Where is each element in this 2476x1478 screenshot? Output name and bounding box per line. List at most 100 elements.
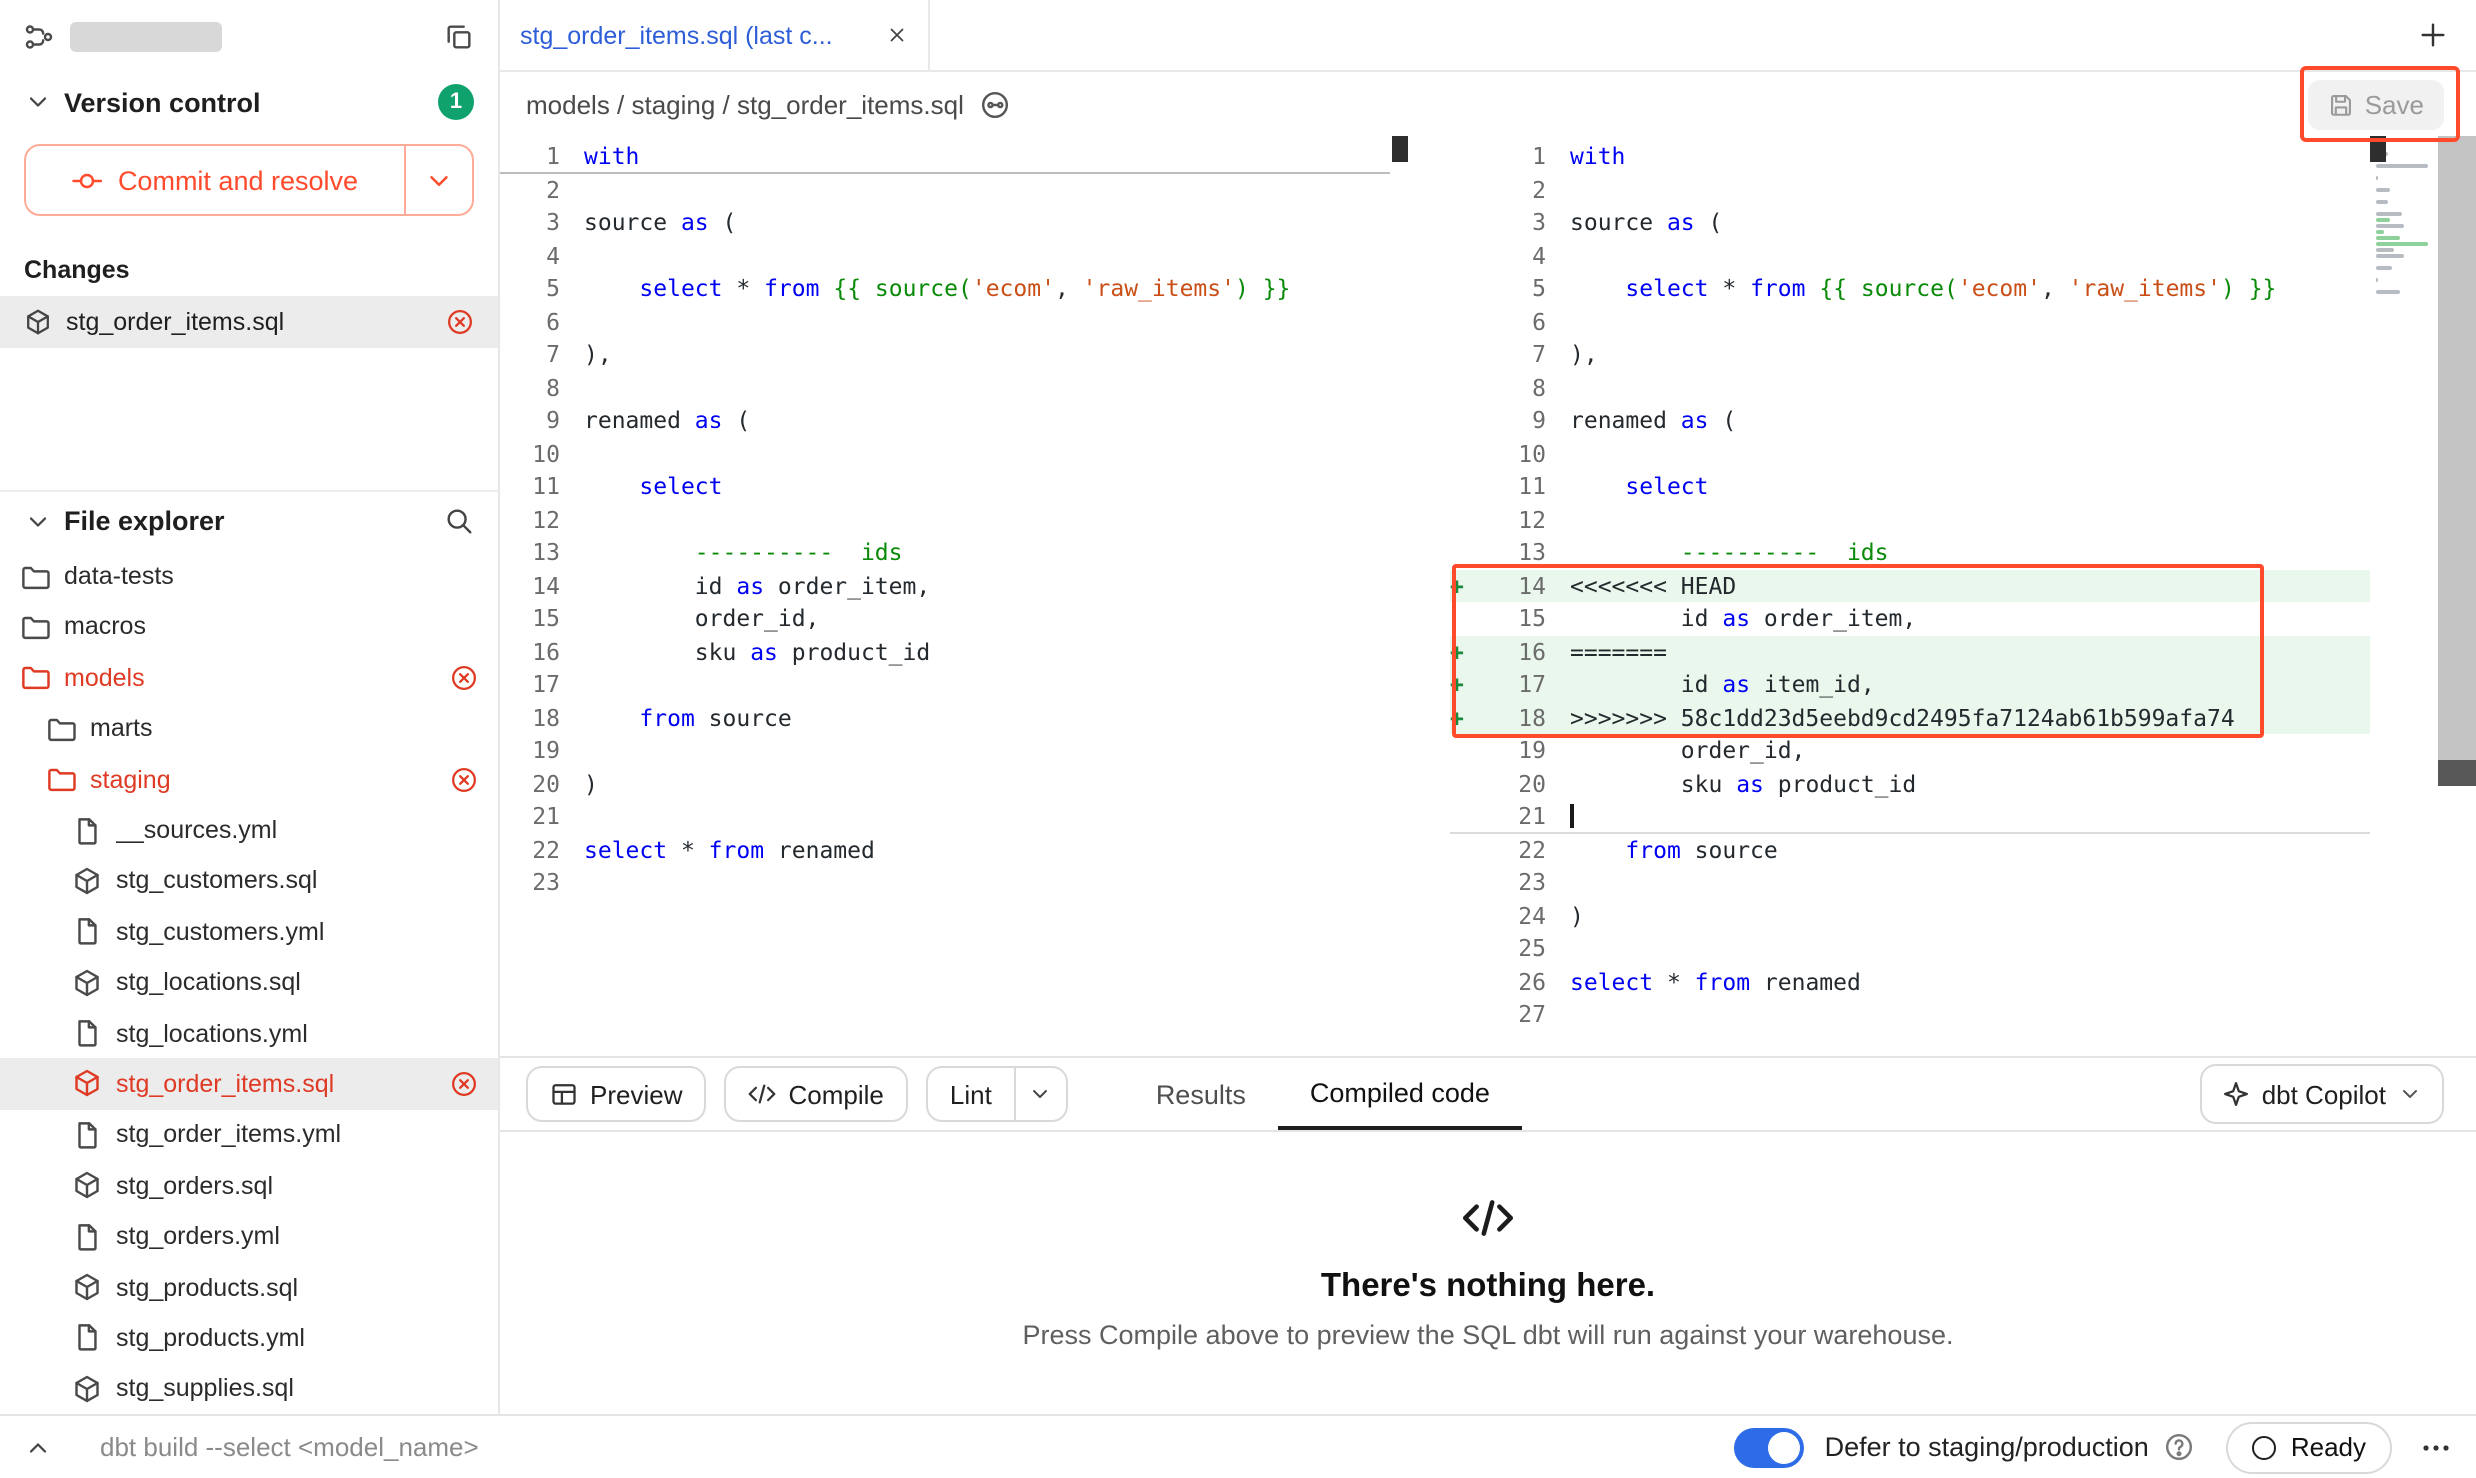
circle-x-icon[interactable]	[446, 308, 474, 336]
commit-button-caret[interactable]	[404, 146, 472, 214]
code-line[interactable]: 20)	[500, 767, 1390, 800]
code-line[interactable]: 3source as (	[1450, 206, 2370, 239]
minimap[interactable]	[2370, 136, 2438, 1056]
file-tree-item[interactable]: macros	[0, 602, 498, 653]
code-line[interactable]: 7),	[500, 338, 1390, 371]
code-line[interactable]: 2	[1450, 173, 2370, 206]
more-options-icon[interactable]	[2420, 1431, 2452, 1463]
file-tree-item[interactable]: stg_locations.sql	[0, 957, 498, 1008]
code-line[interactable]: 1with	[500, 140, 1390, 173]
code-line[interactable]: 21	[1450, 800, 2370, 833]
code-line[interactable]: 5 select * from {{ source('ecom', 'raw_i…	[1450, 272, 2370, 305]
vertical-scrollbar[interactable]	[2438, 136, 2476, 1056]
code-line[interactable]: 6	[1450, 305, 2370, 338]
code-line[interactable]: 10	[1450, 437, 2370, 470]
tab-results[interactable]: Results	[1124, 1058, 1278, 1130]
copy-icon[interactable]	[444, 21, 474, 51]
code-line[interactable]: +17 id as item_id,	[1450, 668, 2370, 701]
code-line[interactable]: 13 ---------- ids	[500, 536, 1390, 569]
left-scrollbar-thumb[interactable]	[1392, 136, 1408, 162]
circle-x-icon[interactable]	[450, 664, 478, 692]
file-tree-item[interactable]: stg_customers.yml	[0, 906, 498, 957]
circle-x-icon[interactable]	[450, 765, 478, 793]
code-line[interactable]: 11 select	[1450, 470, 2370, 503]
preview-button[interactable]: Preview	[526, 1066, 707, 1122]
commit-button-main[interactable]: Commit and resolve	[26, 146, 404, 214]
close-icon[interactable]	[886, 24, 908, 46]
code-line[interactable]: 4	[500, 239, 1390, 272]
lint-dropdown-caret[interactable]	[1014, 1068, 1066, 1120]
code-line[interactable]: 19 order_id,	[1450, 734, 2370, 767]
compile-button[interactable]: Compile	[725, 1066, 908, 1122]
file-tree-item[interactable]: stg_orders.yml	[0, 1211, 498, 1262]
code-line[interactable]: 15 order_id,	[500, 602, 1390, 635]
file-tree-item[interactable]: stg_order_items.sql	[0, 1059, 498, 1110]
code-line[interactable]: 10	[500, 437, 1390, 470]
code-line[interactable]: 8	[1450, 371, 2370, 404]
code-line[interactable]: 21	[500, 800, 1390, 833]
code-line[interactable]: 4	[1450, 239, 2370, 272]
lint-button[interactable]: Lint	[928, 1068, 1014, 1120]
file-tree-item[interactable]: stg_products.yml	[0, 1312, 498, 1363]
file-tree-item[interactable]: stg_locations.yml	[0, 1008, 498, 1059]
code-line[interactable]: 1with	[1450, 140, 2370, 173]
code-line[interactable]: 27	[1450, 998, 2370, 1031]
code-line[interactable]: 20 sku as product_id	[1450, 767, 2370, 800]
file-tree-item[interactable]: marts	[0, 703, 498, 754]
code-line[interactable]: 25	[1450, 932, 2370, 965]
code-line[interactable]: 12	[1450, 503, 2370, 536]
code-line[interactable]: 3source as (	[500, 206, 1390, 239]
defer-toggle[interactable]	[1735, 1427, 1805, 1467]
file-tree-item[interactable]: stg_order_items.yml	[0, 1109, 498, 1160]
code-line[interactable]: 22 from source	[1450, 833, 2370, 866]
code-line[interactable]: 2	[500, 173, 1390, 206]
code-line[interactable]: +18>>>>>>> 58c1dd23d5eebd9cd2495fa7124ab…	[1450, 701, 2370, 734]
file-explorer-header[interactable]: File explorer	[0, 491, 498, 551]
editor-pane-right[interactable]: 1with 2 3source as ( 4 5 select * from {…	[1410, 136, 2370, 1056]
expand-command-bar-icon[interactable]	[24, 1433, 52, 1461]
pane-divider[interactable]	[1390, 136, 1410, 1056]
code-line[interactable]: 12	[500, 503, 1390, 536]
lineage-icon[interactable]	[980, 89, 1010, 119]
tab-stg-order-items[interactable]: stg_order_items.sql (last c...	[500, 0, 930, 70]
code-line[interactable]: 17	[500, 668, 1390, 701]
code-line[interactable]: 22select * from renamed	[500, 833, 1390, 866]
file-tree-item[interactable]: stg_orders.sql	[0, 1160, 498, 1211]
file-tree-item[interactable]: stg_supplies.sql	[0, 1363, 498, 1414]
file-tree-item[interactable]: data-tests	[0, 551, 498, 602]
ide-status-pill[interactable]: Ready	[2227, 1421, 2392, 1473]
code-line[interactable]: 9renamed as (	[500, 404, 1390, 437]
code-line[interactable]: +14<<<<<<< HEAD	[1450, 569, 2370, 602]
code-line[interactable]: 5 select * from {{ source('ecom', 'raw_i…	[500, 272, 1390, 305]
editor-pane-left[interactable]: 1with23source as (45 select * from {{ so…	[500, 136, 1390, 1056]
scrollbar-thumb[interactable]	[2438, 760, 2476, 786]
code-line[interactable]: 26select * from renamed	[1450, 965, 2370, 998]
code-line[interactable]: 6	[500, 305, 1390, 338]
code-line[interactable]: 11 select	[500, 470, 1390, 503]
save-button[interactable]: Save	[2309, 80, 2444, 130]
file-tree-item[interactable]: stg_customers.sql	[0, 855, 498, 906]
circle-x-icon[interactable]	[450, 1070, 478, 1098]
tab-compiled-code[interactable]: Compiled code	[1278, 1058, 1522, 1130]
code-line[interactable]: 14 id as order_item,	[500, 569, 1390, 602]
file-tree-item[interactable]: models	[0, 652, 498, 703]
new-tab-icon[interactable]	[2418, 20, 2448, 50]
project-graph-icon[interactable]	[24, 21, 54, 51]
code-line[interactable]: +16=======	[1450, 635, 2370, 668]
code-line[interactable]: 13 ---------- ids	[1450, 536, 2370, 569]
code-line[interactable]: 19	[500, 734, 1390, 767]
file-tree-item[interactable]: __sources.yml	[0, 805, 498, 856]
code-line[interactable]: 18 from source	[500, 701, 1390, 734]
code-line[interactable]: 15 id as order_item,	[1450, 602, 2370, 635]
code-line[interactable]: 23	[500, 866, 1390, 899]
scrollbar-track[interactable]	[2438, 136, 2476, 786]
code-line[interactable]: 9renamed as (	[1450, 404, 2370, 437]
change-item[interactable]: stg_order_items.sql	[0, 296, 498, 348]
file-tree-item[interactable]: stg_products.sql	[0, 1262, 498, 1313]
code-line[interactable]: 8	[500, 371, 1390, 404]
code-line[interactable]: 23	[1450, 866, 2370, 899]
minimap-slider[interactable]	[2370, 136, 2386, 162]
code-line[interactable]: 24)	[1450, 899, 2370, 932]
command-input[interactable]: dbt build --select <model_name>	[100, 1432, 479, 1462]
code-line[interactable]: 16 sku as product_id	[500, 635, 1390, 668]
